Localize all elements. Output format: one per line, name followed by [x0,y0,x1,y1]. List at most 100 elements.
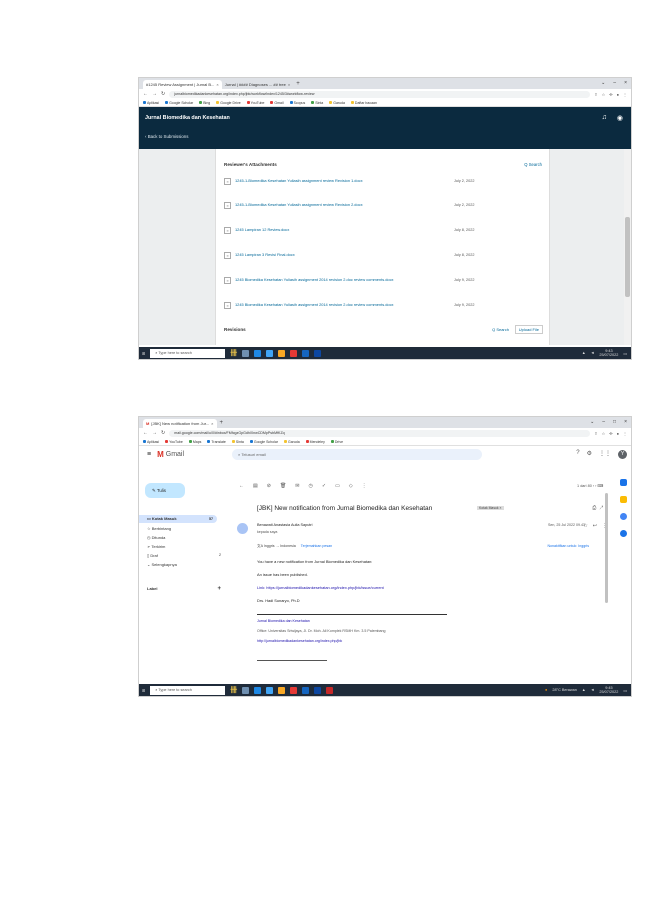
forward-icon[interactable]: → [152,430,157,436]
browser-tab[interactable]: M [JBK] New notification from Jur... × [143,419,217,428]
attachment-link[interactable]: 1245-1-Biomedika Kesehatan Yuliasih assi… [235,178,445,184]
attachment-row[interactable]: ≡ 1245 Biomedika Kesehatan Yuliasih assi… [224,301,544,317]
nav-drafts[interactable]: ▯ Draf 2 [147,553,225,558]
forward-icon[interactable]: → [152,91,157,97]
delete-icon[interactable]: 🗑 [280,483,286,489]
bookmark[interactable]: Aplikasi [143,101,159,105]
report-spam-icon[interactable]: ⊘ [267,483,271,489]
close-window-icon[interactable]: × [624,419,627,425]
profile-icon[interactable]: ● [617,431,619,436]
bookmark[interactable]: YouTube [165,440,183,444]
task-view-icon[interactable] [242,686,250,694]
bookmark[interactable]: YouTube [246,101,264,105]
attachment-row[interactable]: ≡ 1245-1-Biomedika Kesehatan Yuliasih as… [224,177,544,193]
bookmark[interactable]: Gmail [270,101,284,105]
add-label-icon[interactable]: + [217,586,221,592]
volume-icon[interactable]: ◄ [591,351,595,355]
notification-icon[interactable]: ▭ [623,688,627,693]
word-icon[interactable] [302,686,310,694]
bookmark[interactable]: Translate [207,440,226,444]
back-arrow-icon[interactable]: ← [239,483,244,489]
nav-sent[interactable]: ➢ Terkirim [147,544,225,549]
attachment-row[interactable]: ≡ 1245 Biomedika Kesehatan Yuliasih assi… [224,276,544,292]
close-window-icon[interactable]: × [624,80,627,86]
word-icon[interactable] [302,349,310,357]
email-link[interactable]: Link: https://jurnalbiomedikadankesehata… [257,585,384,590]
windows-start-icon[interactable]: ⊞ [142,688,145,693]
translate-to[interactable]: Indonesia [280,544,296,548]
reply-icon[interactable]: ↩ [593,523,597,529]
back-icon[interactable]: ← [143,430,148,436]
chrome-icon[interactable] [290,686,298,694]
chevron-down-icon[interactable]: ⌄ [590,419,594,425]
bell-icon[interactable]: ♫ [602,114,607,122]
chrome-icon[interactable] [290,349,298,357]
revisions-search-link[interactable]: Q Search [492,327,509,332]
bookmark[interactable]: Maps [188,440,201,444]
store-icon[interactable] [266,349,274,357]
folder-icon[interactable] [278,686,286,694]
compose-button[interactable]: ✎ Tulis [145,483,185,498]
profile-icon[interactable]: ● [617,92,619,97]
bookmark[interactable]: Google Scholar [249,440,278,444]
bookmark[interactable]: Daftar bacaan [350,101,377,105]
translate-from[interactable]: Inggris [264,544,275,548]
puzzle-icon[interactable]: ✣ [609,92,612,97]
new-tab-icon[interactable]: + [217,419,227,428]
taskbar-search[interactable]: ⌕ Type here to search [150,685,226,695]
bookmark[interactable]: Sinta [311,101,323,105]
minimize-icon[interactable]: – [602,419,605,425]
folder-icon[interactable] [278,349,286,357]
url-field[interactable]: mail.google.com/mail/u/0/#inbox/FMfcgzGp… [169,429,591,437]
bookmark[interactable]: Google Scholar [165,101,193,105]
attachment-link[interactable]: 1245 Biomedika Kesehatan Yuliasih assign… [235,302,445,308]
nav-more[interactable]: ⌄ Selengkapnya [147,562,225,567]
keep-icon[interactable] [619,496,627,503]
taskbar-widget-icon[interactable]: 卌 [230,685,237,695]
bookmark[interactable]: Aplikasi [143,440,159,444]
puzzle-icon[interactable]: ✣ [609,431,612,436]
bookmark[interactable]: Google Drive [216,101,241,105]
recipient[interactable]: kepada saya [257,530,277,534]
star-icon[interactable]: ☆ [602,92,606,97]
bookmark[interactable]: Garuda [283,440,300,444]
star-icon[interactable]: ☆ [583,523,587,529]
reload-icon[interactable]: ↻ [161,91,165,97]
pdf-icon[interactable] [326,686,334,694]
maximize-icon[interactable]: □ [613,419,616,425]
new-tab-icon[interactable]: + [293,80,303,89]
translate-disable-link[interactable]: Nonaktifkan untuk: Inggris [547,544,589,548]
mail-app-icon[interactable] [314,349,322,357]
more-icon[interactable]: ⋮ [362,483,367,489]
share-icon[interactable]: ⇪ [594,92,597,97]
attachment-link[interactable]: 1245 Lampiran 12 Review.docx [235,227,445,233]
share-icon[interactable]: ⇪ [594,431,597,436]
page-scrollbar[interactable] [624,149,631,345]
snooze-icon[interactable]: ◷ [309,483,313,489]
network-icon[interactable]: ▲ [582,351,586,355]
minimize-icon[interactable]: – [613,80,616,86]
store-icon[interactable] [266,686,274,694]
mail-app-icon[interactable] [314,686,322,694]
archive-icon[interactable]: ▤ [253,483,258,489]
menu-icon[interactable]: ⋮ [623,92,627,97]
attachment-link[interactable]: 1245-1-Biomedika Kesehatan Yuliasih assi… [235,202,445,208]
back-icon[interactable]: ← [143,91,148,97]
reload-icon[interactable]: ↻ [161,430,165,436]
bookmark[interactable]: Garuda [329,101,345,105]
keyboard-icon[interactable]: ⌨ [598,484,603,488]
close-icon[interactable]: × [216,82,218,87]
url-field[interactable]: jurnalbiomedikadankesehatan.org/index.ph… [169,90,591,98]
bookmark[interactable]: Sinta [231,440,244,444]
volume-icon[interactable]: ◄ [591,688,595,692]
open-new-window-icon[interactable]: ↗ [599,505,603,511]
attachment-row[interactable]: ≡ 1245 Lampiran 12 Review.docx July 8, 2… [224,226,544,242]
inbox-label-chip[interactable]: Kotak Masuk × [477,506,504,510]
task-view-icon[interactable] [242,349,250,357]
email-scrollbar[interactable] [605,493,608,603]
attachments-search-link[interactable]: Q Search [524,162,542,167]
help-icon[interactable]: ? [576,450,579,459]
contacts-icon[interactable] [619,530,627,537]
browser-tab[interactable]: #1245 Review Assignment | Jurnal B... × [143,80,222,89]
edge-icon[interactable] [254,349,262,357]
